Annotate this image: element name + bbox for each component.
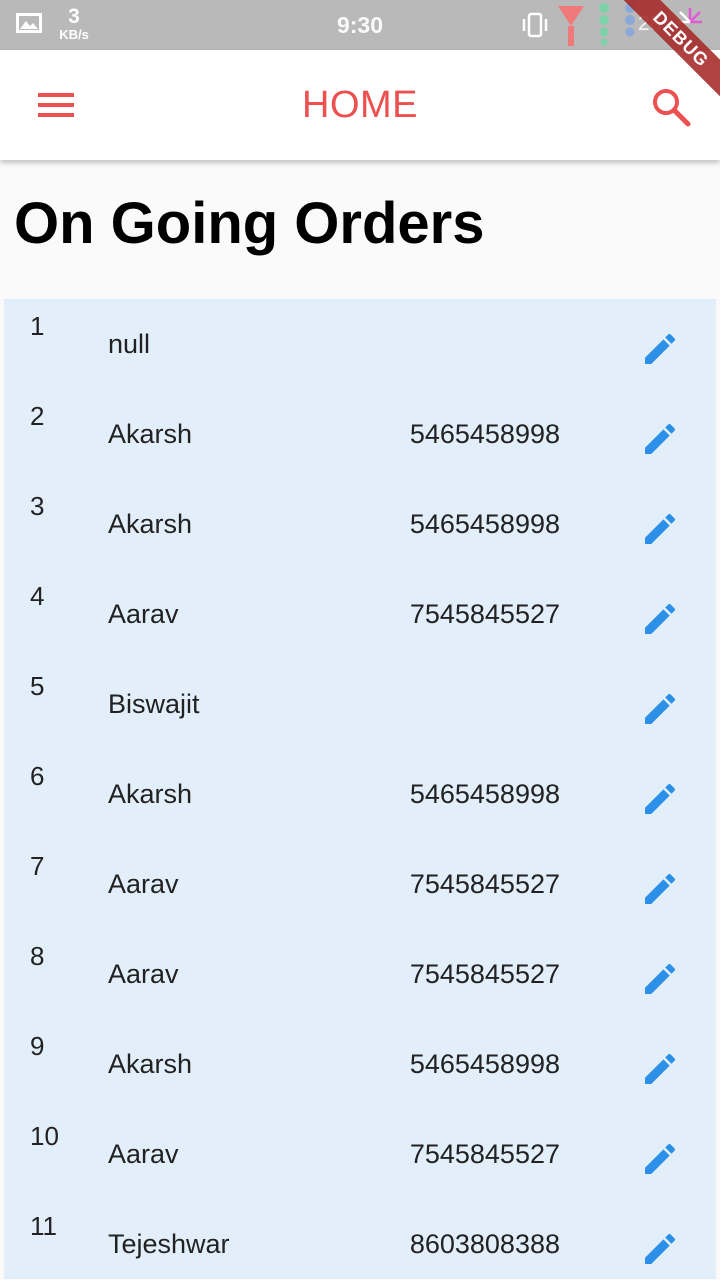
order-row[interactable]: 5 Biswajit [4, 659, 716, 749]
order-row[interactable]: 7 Aarav 7545845527 [4, 839, 716, 929]
customer-name: null [108, 329, 151, 359]
customer-name: Tejeshwar [108, 1229, 230, 1259]
customer-name: Akarsh [108, 509, 193, 539]
order-row[interactable]: 4 Aarav 7545845527 [4, 569, 716, 659]
page-title: HOME [302, 84, 418, 126]
menu-icon[interactable] [34, 88, 78, 122]
order-number: 4 [30, 581, 45, 611]
edit-icon[interactable] [640, 329, 680, 369]
customer-name: Biswajit [108, 689, 200, 719]
status-bar: 3 KB/s 9:30 28 [0, 0, 720, 50]
order-number: 2 [30, 401, 45, 431]
order-row[interactable]: 8 Aarav 7545845527 [4, 929, 716, 1019]
customer-phone: 5465458998 [409, 779, 560, 809]
order-number: 3 [30, 491, 45, 521]
edit-icon[interactable] [640, 1139, 680, 1179]
edit-icon[interactable] [640, 959, 680, 999]
order-number: 1 [30, 311, 45, 341]
customer-phone: 5465458998 [409, 419, 560, 449]
customer-name: Akarsh [108, 779, 193, 809]
app-bar: HOME [0, 50, 720, 160]
order-number: 5 [30, 671, 45, 701]
customer-phone: 7545845527 [409, 959, 560, 989]
order-row[interactable]: 2 Akarsh 5465458998 [4, 389, 716, 479]
customer-name: Aarav [108, 869, 179, 899]
customer-phone: 7545845527 [409, 869, 560, 899]
order-number: 10 [30, 1121, 59, 1151]
customer-name: Aarav [108, 959, 179, 989]
order-row[interactable]: 9 Akarsh 5465458998 [4, 1019, 716, 1109]
order-number: 7 [30, 851, 45, 881]
customer-phone: 5465458998 [409, 509, 560, 539]
edit-icon[interactable] [640, 1229, 680, 1269]
edit-icon[interactable] [640, 869, 680, 909]
order-row[interactable]: 6 Akarsh 5465458998 [4, 749, 716, 839]
vibrate-icon [522, 12, 548, 38]
customer-phone: 7545845527 [409, 599, 560, 629]
order-number: 8 [30, 941, 45, 971]
customer-name: Akarsh [108, 419, 193, 449]
order-number: 9 [30, 1031, 45, 1061]
customer-name: Akarsh [108, 1049, 193, 1079]
order-row[interactable]: 1 null [4, 299, 716, 389]
edit-icon[interactable] [640, 779, 680, 819]
order-row[interactable]: 10 Aarav 7545845527 [4, 1109, 716, 1199]
status-time: 9:30 [336, 12, 384, 38]
orders-heading: On Going Orders [14, 191, 485, 256]
network-speed-value: 3 [68, 5, 80, 28]
customer-phone: 5465458998 [409, 1049, 560, 1079]
search-icon[interactable] [650, 86, 692, 128]
network-speed-unit: KB/s [59, 27, 89, 42]
edit-icon[interactable] [640, 1049, 680, 1089]
order-number: 11 [30, 1211, 57, 1241]
orders-list: 1 null 2 Akarsh 5465458998 3 Akarsh 5465458998 4… [4, 299, 716, 1279]
network-speed: 3 KB/s [54, 6, 94, 41]
edit-icon[interactable] [640, 419, 680, 459]
edit-icon[interactable] [640, 689, 680, 729]
customer-phone: 8603808388 [409, 1229, 560, 1259]
order-row[interactable]: 3 Akarsh 5465458998 [4, 479, 716, 569]
image-icon [16, 13, 42, 33]
edit-icon[interactable] [640, 509, 680, 549]
signal-icon [558, 6, 584, 46]
order-number: 6 [30, 761, 45, 791]
order-row[interactable]: 11 Tejeshwar 8603808388 [4, 1199, 716, 1279]
customer-name: Aarav [108, 1139, 179, 1169]
edit-icon[interactable] [640, 599, 680, 639]
customer-phone: 7545845527 [409, 1139, 560, 1169]
signal-dots-icon [599, 3, 609, 46]
customer-name: Aarav [108, 599, 179, 629]
